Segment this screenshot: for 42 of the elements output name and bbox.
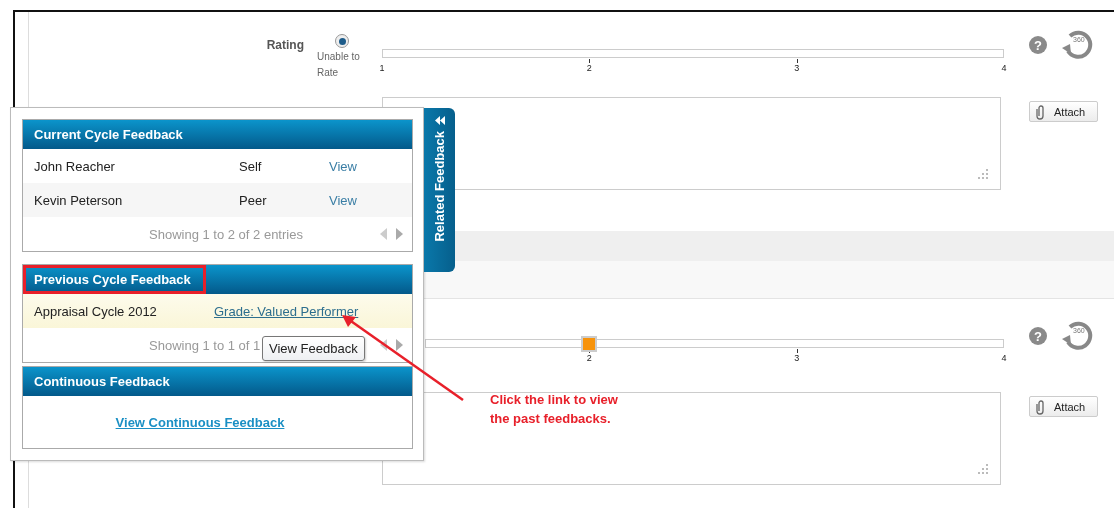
resize-grip-icon[interactable] <box>976 167 988 179</box>
scale-label: 3 <box>794 63 800 74</box>
rating-label: Rating <box>266 38 304 52</box>
table-cell-text: Kevin Peterson <box>34 192 124 208</box>
slider-thumb[interactable] <box>580 336 597 352</box>
radio-label: Unable to Rate <box>317 50 361 80</box>
view-feedback-tooltip: View Feedback <box>262 336 365 361</box>
continuous-feedback-link[interactable]: View Continuous Feedback <box>115 414 285 430</box>
annotation-text: Click the link to view the past feedbacks. <box>490 391 618 428</box>
related-feedback-tab[interactable]: Related Feedback <box>424 108 455 272</box>
help-icon[interactable]: ? <box>1029 36 1047 54</box>
next-page-icon[interactable] <box>396 228 403 240</box>
next-page-icon[interactable] <box>396 339 403 351</box>
resize-grip-icon[interactable] <box>976 462 988 474</box>
previous-page-icon[interactable] <box>380 339 387 351</box>
rating-slider[interactable] <box>425 336 1004 352</box>
pagination-info: Showing 1 to 2 of 2 entries <box>149 226 303 242</box>
table-cell-text: Appraisal Cycle 2012 <box>34 303 158 319</box>
scale-label: 1 <box>379 63 385 74</box>
attach-button[interactable]: Attach <box>1029 396 1098 417</box>
table-cell-text: John Reacher <box>34 158 116 174</box>
comment-field[interactable] <box>382 392 1001 485</box>
scale-label: 2 <box>586 353 592 364</box>
help-icon[interactable]: ? <box>1029 327 1047 345</box>
feedback-link[interactable]: Grade: Valued Performer <box>214 303 359 319</box>
feedback-row[interactable]: Kevin Peterson Peer View <box>23 183 412 217</box>
scale-label: 3 <box>794 353 800 364</box>
feedback-link[interactable]: View <box>329 158 357 174</box>
scale-label: 4 <box>1001 63 1007 74</box>
double-chevron-left-icon <box>434 116 445 125</box>
section-title: Current Cycle Feedback <box>33 126 184 144</box>
attach-button[interactable]: Attach <box>1029 101 1098 122</box>
scale-label: 2 <box>586 63 592 74</box>
section-title: Previous Cycle Feedback <box>23 265 206 294</box>
pagination-info: Showing 1 to 1 of 1 <box>149 337 261 353</box>
feedback-link[interactable]: View <box>329 192 357 208</box>
scale-label: 4 <box>1001 353 1007 364</box>
radio-button[interactable] <box>335 34 349 48</box>
table-cell-text: Self <box>239 158 263 174</box>
feedback-row[interactable]: Appraisal Cycle 2012 Grade: Valued Performer <box>23 294 412 328</box>
table-cell-text: Peer <box>239 192 268 208</box>
section-title: Continuous Feedback <box>33 373 171 391</box>
